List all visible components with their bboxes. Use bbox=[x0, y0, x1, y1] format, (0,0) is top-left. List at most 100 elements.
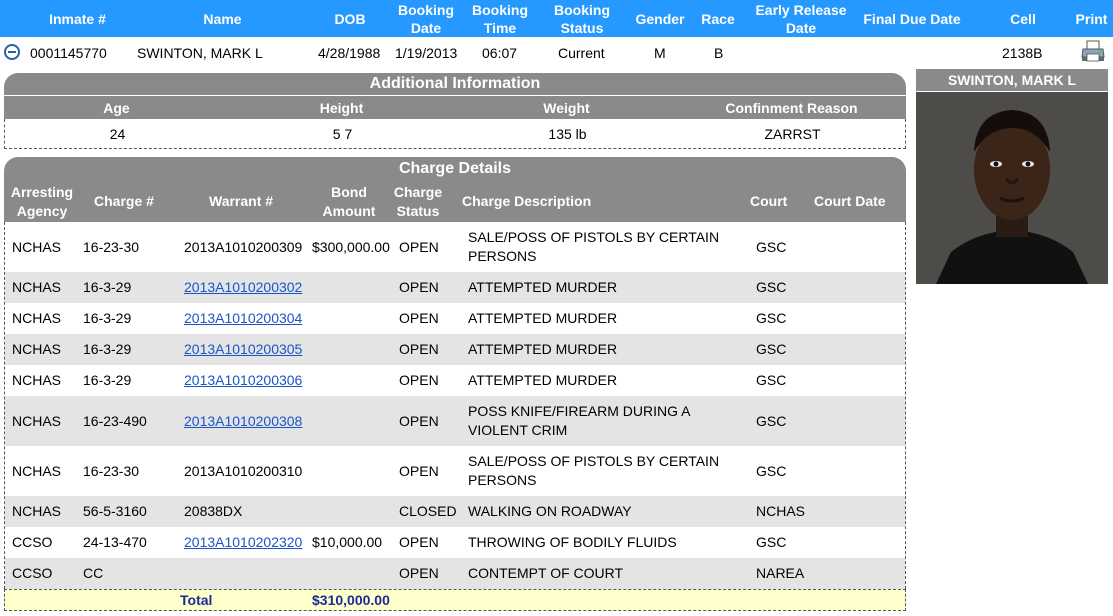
charge-court: NCHAS bbox=[756, 503, 806, 519]
total-row: Total $310,000.00 bbox=[4, 589, 906, 611]
charge-status: OPEN bbox=[399, 238, 439, 255]
table-cell: OPEN bbox=[399, 272, 439, 303]
table-row: CCSO 24-13-470 2013A1010202320 $10,000.00 OP… bbox=[5, 527, 905, 558]
header-booking-date: Booking Date bbox=[398, 1, 454, 36]
table-cell: $10,000.00 bbox=[312, 527, 382, 558]
charge-status: OPEN bbox=[399, 310, 439, 326]
charge-description: ATTEMPTED MURDER bbox=[468, 341, 618, 357]
table-row: NCHAS 16-23-30 2013A1010200310 OPEN SALE/POS… bbox=[5, 446, 905, 496]
charge-description: THROWING OF BODILY FLUIDS bbox=[468, 534, 677, 550]
table-cell: POSS KNIFE/FIREARM DURING A VIOLENT CRIM bbox=[468, 396, 738, 446]
charge-status: OPEN bbox=[399, 372, 439, 388]
table-row: NCHAS 16-3-29 2013A1010200304 OPEN ATTEMPTED… bbox=[5, 303, 905, 334]
minus-circle-icon[interactable] bbox=[4, 44, 20, 60]
charge-bond: $10,000.00 bbox=[312, 534, 383, 550]
table-cell: CC bbox=[83, 558, 103, 589]
table-cell: WALKING ON ROADWAY bbox=[468, 496, 738, 527]
printer-icon[interactable] bbox=[1080, 40, 1106, 64]
charge-charge-no: 16-23-490 bbox=[83, 412, 147, 429]
inmate-gender: M bbox=[654, 45, 666, 61]
table-cell: OPEN bbox=[399, 222, 439, 272]
table-cell: THROWING OF BODILY FLUIDS bbox=[468, 527, 738, 558]
inmate-row[interactable]: 0001145770 SWINTON, MARK L 4/28/1988 1/1… bbox=[0, 37, 1113, 69]
charge-agency: NCHAS bbox=[12, 412, 62, 429]
charge-status: OPEN bbox=[399, 534, 439, 550]
table-cell: 16-23-30 bbox=[83, 446, 139, 496]
table-cell: 16-23-490 bbox=[83, 396, 147, 446]
charge-warrant-link[interactable]: 2013A1010200304 bbox=[184, 309, 302, 328]
table-cell: OPEN bbox=[399, 365, 439, 396]
charge-bond: $300,000.00 bbox=[312, 238, 390, 255]
table-cell: GSC bbox=[756, 396, 786, 446]
charge-charge-no: 24-13-470 bbox=[83, 534, 147, 550]
table-cell: 2013A1010200310 bbox=[184, 446, 302, 496]
charge-status: OPEN bbox=[399, 412, 439, 429]
results-header: Inmate # Name DOB Booking Date Booking T… bbox=[0, 0, 1113, 37]
charge-charge-no: 16-23-30 bbox=[83, 462, 140, 479]
table-cell: OPEN bbox=[399, 527, 439, 558]
table-cell: OPEN bbox=[399, 303, 439, 334]
inmate-dob: 4/28/1988 bbox=[318, 45, 381, 61]
table-cell: 2013A1010200304 bbox=[184, 303, 302, 334]
warrant-header: Warrant # bbox=[209, 193, 274, 209]
charge-court: GSC bbox=[756, 279, 787, 295]
inmate-race: B bbox=[714, 45, 724, 61]
table-cell: NCHAS bbox=[12, 365, 61, 396]
charge-warrant-link[interactable]: 2013A1010200305 bbox=[184, 340, 302, 359]
table-cell: SALE/POSS OF PISTOLS BY CERTAIN PERSONS bbox=[468, 222, 738, 272]
header-dob: DOB bbox=[334, 10, 366, 27]
charge-warrant-link[interactable]: 2013A1010200302 bbox=[184, 278, 302, 297]
table-row: NCHAS 16-3-29 2013A1010200302 OPEN ATTEMPTED… bbox=[5, 272, 905, 303]
charge-status: OPEN bbox=[399, 462, 439, 479]
inmate-name: SWINTON, MARK L bbox=[137, 45, 263, 61]
header-final-due: Final Due Date bbox=[863, 10, 961, 27]
charge-agency: NCHAS bbox=[12, 238, 62, 255]
table-cell: GSC bbox=[756, 527, 786, 558]
charge-warrant: 2013A1010200310 bbox=[184, 462, 303, 479]
charge-agency: NCHAS bbox=[12, 310, 62, 326]
charge-court: GSC bbox=[756, 372, 787, 388]
table-row: NCHAS 16-3-29 2013A1010200306 OPEN ATTEMPTED… bbox=[5, 365, 905, 396]
charge-description: SALE/POSS OF PISTOLS BY CERTAIN PERSONS bbox=[468, 453, 720, 488]
table-cell: 2013A1010202320 bbox=[184, 527, 302, 558]
photo-caption: SWINTON, MARK L bbox=[916, 69, 1108, 91]
charge-description: ATTEMPTED MURDER bbox=[468, 372, 618, 388]
table-cell: NCHAS bbox=[12, 303, 61, 334]
charge-status: OPEN bbox=[399, 279, 439, 295]
person-portrait-icon bbox=[916, 92, 1108, 284]
charge-charge-no: 16-3-29 bbox=[83, 341, 132, 357]
charge-warrant-link[interactable]: 2013A1010200308 bbox=[184, 412, 302, 431]
charge-description: SALE/POSS OF PISTOLS BY CERTAIN PERSONS bbox=[468, 229, 720, 264]
court-date-header: Court Date bbox=[814, 193, 886, 209]
table-cell: 16-3-29 bbox=[83, 272, 131, 303]
charge-agency: NCHAS bbox=[12, 462, 62, 479]
inmate-booking-time: 06:07 bbox=[482, 45, 518, 61]
table-cell: NCHAS bbox=[756, 496, 805, 527]
charge-status: CLOSED bbox=[399, 503, 457, 519]
table-cell: NCHAS bbox=[12, 222, 61, 272]
table-cell: 2013A1010200308 bbox=[184, 396, 302, 446]
charge-court: GSC bbox=[756, 310, 787, 326]
charge-warrant-link[interactable]: 2013A1010200306 bbox=[184, 371, 302, 390]
age-header: Age bbox=[103, 99, 130, 116]
table-cell: GSC bbox=[756, 272, 786, 303]
charge-agency: NCHAS bbox=[12, 341, 62, 357]
court-header: Court bbox=[750, 193, 788, 209]
additional-info-values: 24 5 7 135 lb ZARRST bbox=[4, 119, 906, 149]
table-cell: NCHAS bbox=[12, 446, 61, 496]
table-cell: ATTEMPTED MURDER bbox=[468, 303, 738, 334]
charge-description: ATTEMPTED MURDER bbox=[468, 279, 618, 295]
additional-info-header: Age Height Weight Confinment Reason bbox=[4, 96, 906, 119]
table-cell: NCHAS bbox=[12, 396, 61, 446]
charge-status: OPEN bbox=[399, 341, 439, 357]
mugshot-photo bbox=[916, 92, 1108, 284]
table-cell: CLOSED bbox=[399, 496, 457, 527]
table-cell: ATTEMPTED MURDER bbox=[468, 272, 738, 303]
charge-agency: CCSO bbox=[12, 565, 53, 581]
table-row: NCHAS 56-5-3160 20838DX CLOSED WALKING ON RO… bbox=[5, 496, 905, 527]
table-cell: $300,000.00 bbox=[312, 222, 390, 272]
charge-charge-no: 16-3-29 bbox=[83, 310, 132, 326]
charge-warrant-link[interactable]: 2013A1010202320 bbox=[184, 533, 302, 552]
table-cell: 16-23-30 bbox=[83, 222, 139, 272]
table-cell: NAREA bbox=[756, 558, 804, 589]
